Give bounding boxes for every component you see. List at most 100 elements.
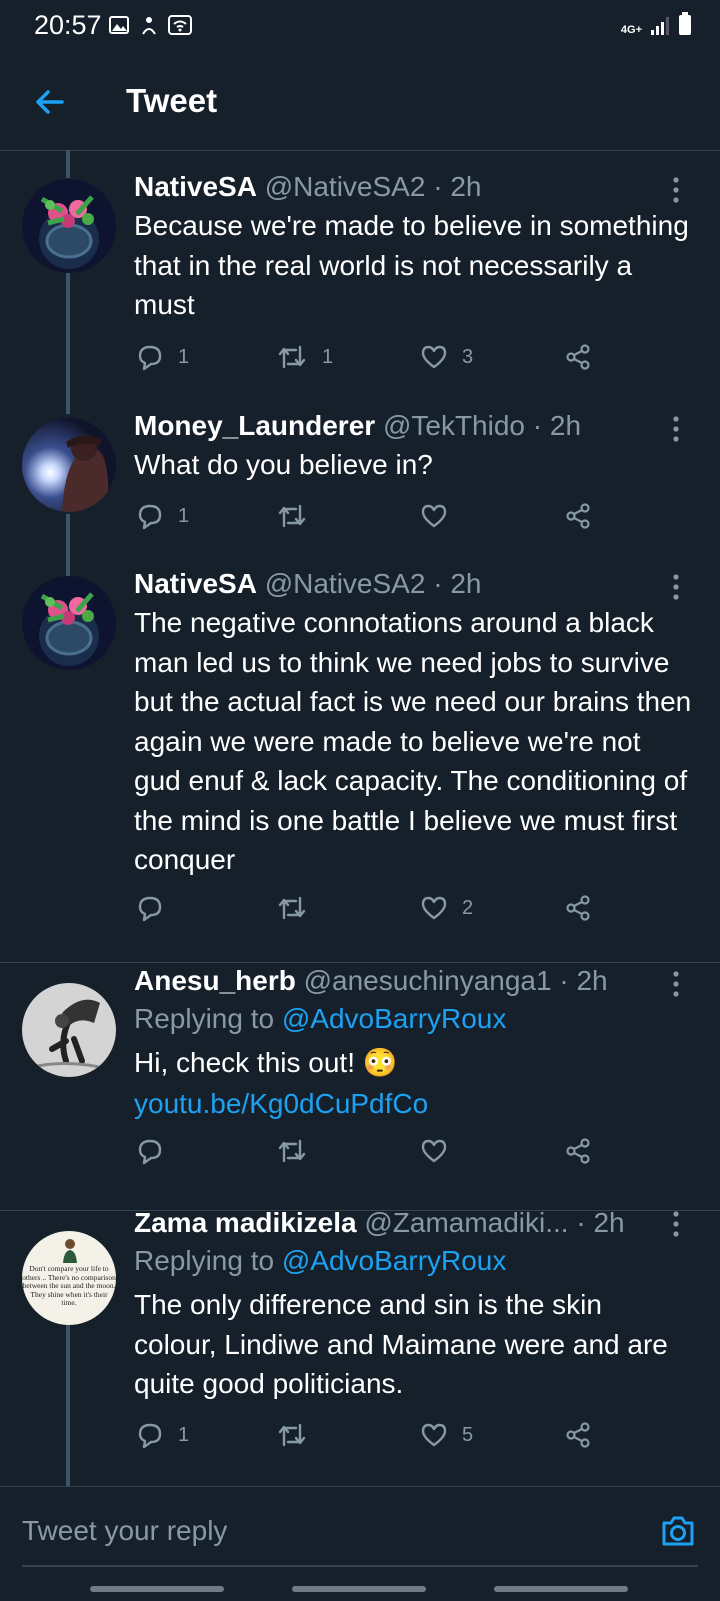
tweet-actions: 1 1 3 — [136, 341, 606, 373]
page-title: Tweet — [126, 82, 218, 119]
replying-to: Replying to @AdvoBarryRoux — [134, 999, 692, 1039]
retweet-button[interactable] — [276, 892, 322, 924]
avatar[interactable] — [22, 418, 116, 512]
tweet-time: · 2h — [532, 410, 582, 441]
like-icon — [421, 1423, 447, 1447]
tweet-time: · 2h — [433, 568, 482, 599]
share-button[interactable] — [564, 500, 592, 532]
reply-input[interactable]: Tweet your reply — [22, 1515, 227, 1547]
like-count: 3 — [462, 345, 474, 368]
reply-button[interactable]: 1 — [136, 1419, 189, 1451]
avatar[interactable] — [22, 983, 116, 1077]
retweet-button[interactable] — [276, 1135, 322, 1167]
author-handle[interactable]: @Zamamadiki... — [364, 1207, 568, 1238]
retweet-icon — [278, 1423, 306, 1447]
tweet[interactable]: Anesu_herb @anesuchinyanga1 · 2h Replyin… — [0, 963, 720, 1210]
like-button[interactable]: 5 — [420, 1419, 473, 1451]
reply-count: 1 — [178, 1423, 190, 1446]
image-notification-icon — [109, 16, 129, 34]
tweet-text: The negative connotations around a black… — [134, 607, 692, 875]
status-bar: 20:57 4G+ — [0, 0, 720, 52]
reply-count: 1 — [178, 345, 190, 368]
author-handle[interactable]: @NativeSA2 — [265, 568, 426, 599]
tweet-text: Hi, check this out! — [134, 1047, 355, 1078]
camera-icon[interactable] — [658, 1511, 698, 1551]
author-handle[interactable]: @NativeSA2 — [265, 171, 426, 202]
reply-button[interactable]: 1 — [136, 341, 189, 373]
share-icon — [566, 895, 590, 921]
nav-home-button[interactable] — [292, 1586, 426, 1592]
tweet-text: The only difference and sin is the skin … — [134, 1289, 668, 1399]
author-name[interactable]: Anesu_herb — [134, 965, 296, 996]
tweet-time: · 2h — [433, 171, 482, 202]
nav-back-button[interactable] — [494, 1586, 628, 1592]
wifi-notification-icon — [168, 15, 192, 35]
avatar-quote-text: Don't compare your life to others .. The… — [22, 1264, 116, 1307]
network-type-label: 4G+ — [620, 24, 642, 36]
more-vertical-icon[interactable] — [672, 177, 680, 203]
reply-count: 1 — [178, 504, 190, 527]
reply-icon — [138, 1423, 162, 1449]
retweet-button[interactable] — [276, 500, 322, 532]
app-bar: Tweet — [0, 52, 720, 151]
share-icon — [566, 503, 590, 529]
author-name[interactable]: NativeSA — [134, 171, 257, 202]
more-vertical-icon[interactable] — [672, 416, 680, 442]
like-icon — [421, 896, 447, 920]
like-button[interactable] — [420, 1135, 462, 1167]
more-vertical-icon[interactable] — [672, 971, 680, 997]
like-button[interactable]: 2 — [420, 892, 473, 924]
like-button[interactable]: 3 — [420, 341, 473, 373]
more-vertical-icon[interactable] — [672, 574, 680, 600]
reply-button[interactable] — [136, 1135, 178, 1167]
share-button[interactable] — [564, 341, 592, 373]
tweet-actions: 2 — [136, 892, 606, 924]
author-handle[interactable]: @anesuchinyanga1 — [304, 965, 552, 996]
like-count: 5 — [462, 1423, 474, 1446]
signal-icon — [651, 17, 669, 35]
tweet[interactable]: Don't compare your life to others .. The… — [0, 1207, 720, 1486]
more-vertical-icon[interactable] — [672, 1211, 680, 1237]
reply-button[interactable] — [136, 892, 178, 924]
tweet-text-container: Hi, check this out! 😳 — [134, 1040, 692, 1086]
author-handle[interactable]: @TekThido — [383, 410, 525, 441]
tweet[interactable]: NativeSA @NativeSA2 · 2h The negative co… — [0, 562, 720, 962]
share-button[interactable] — [564, 1419, 592, 1451]
author-name[interactable]: NativeSA — [134, 568, 257, 599]
share-icon — [566, 1138, 590, 1164]
reply-input-underline — [22, 1565, 698, 1567]
tweet-link[interactable]: youtu.be/Kg0dCuPdfCo — [134, 1087, 692, 1121]
avatar[interactable] — [22, 576, 116, 670]
reply-icon — [138, 504, 162, 530]
nav-recents-button[interactable] — [90, 1586, 224, 1592]
retweet-icon — [278, 504, 306, 528]
tweet[interactable]: Money_Launderer @TekThido · 2h What do y… — [0, 404, 720, 554]
tweet-text: What do you believe in? — [134, 449, 433, 480]
replying-to-handle[interactable]: @AdvoBarryRoux — [282, 1003, 507, 1034]
system-nav-bar — [0, 1582, 720, 1600]
status-time: 20:57 — [34, 10, 102, 40]
retweet-icon — [278, 896, 306, 920]
share-icon — [566, 344, 590, 370]
avatar[interactable]: Don't compare your life to others .. The… — [22, 1231, 116, 1325]
upload-notification-icon — [142, 17, 156, 35]
like-button[interactable] — [420, 500, 462, 532]
author-name[interactable]: Zama madikizela — [134, 1207, 357, 1238]
like-count: 2 — [462, 896, 474, 919]
flushed-face-emoji: 😳 — [362, 1047, 398, 1078]
like-icon — [421, 1139, 447, 1163]
like-icon — [421, 345, 447, 369]
share-button[interactable] — [564, 1135, 592, 1167]
retweet-button[interactable] — [276, 1419, 322, 1451]
reply-icon — [138, 1139, 162, 1165]
battery-icon — [679, 12, 691, 35]
retweet-button[interactable]: 1 — [276, 341, 333, 373]
author-name[interactable]: Money_Launderer — [134, 410, 375, 441]
tweet-text: Because we're made to believe in somethi… — [134, 210, 689, 320]
avatar[interactable] — [22, 179, 116, 273]
reply-button[interactable]: 1 — [136, 500, 189, 532]
replying-to-handle[interactable]: @AdvoBarryRoux — [282, 1245, 507, 1276]
tweet[interactable]: NativeSA @NativeSA2 · 2h Because we're m… — [0, 165, 720, 385]
share-button[interactable] — [564, 892, 592, 924]
back-arrow-icon[interactable] — [32, 84, 68, 120]
